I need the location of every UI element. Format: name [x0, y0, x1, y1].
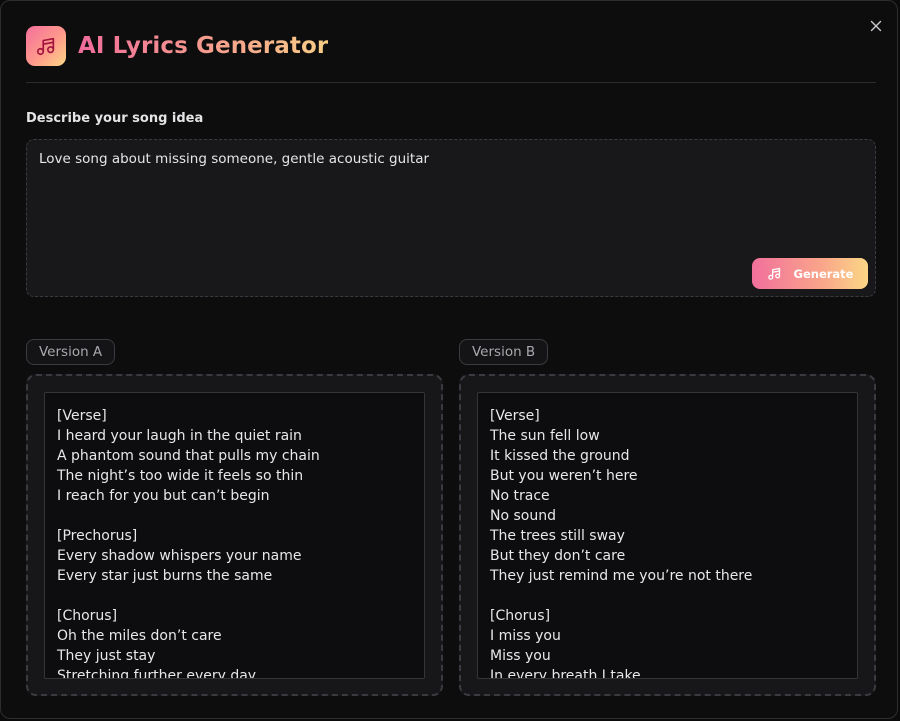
- music-note-icon: [767, 267, 780, 280]
- lyric-line: The trees still sway: [490, 528, 625, 544]
- music-note-icon: [36, 37, 55, 56]
- lyric-line: Every shadow whispers your name: [57, 548, 302, 564]
- lyric-line: The sun fell low: [490, 428, 600, 444]
- version-b-panel: [Verse] The sun fell low It kissed the gro…: [459, 374, 876, 696]
- lyric-line: But they don’t care: [490, 548, 626, 564]
- header-divider: [26, 82, 876, 83]
- lyric-line: [Verse]: [490, 408, 540, 424]
- song-idea-input[interactable]: Love song about missing someone, gentle …: [26, 139, 876, 297]
- lyric-line: No trace: [490, 488, 550, 504]
- lyric-line: Stretching further every day: [57, 668, 257, 679]
- song-idea-text: Love song about missing someone, gentle …: [39, 151, 430, 167]
- lyric-line: They just remind me you’re not there: [490, 568, 753, 584]
- lyric-line: [Chorus]: [490, 608, 551, 624]
- lyric-line: [490, 586, 845, 606]
- lyric-line: [Verse]: [57, 408, 107, 424]
- app-logo: [26, 26, 66, 66]
- lyric-line: I miss you: [490, 628, 561, 644]
- close-icon: [870, 20, 882, 32]
- lyric-line: A phantom sound that pulls my chain: [57, 448, 320, 464]
- lyric-line: [Prechorus]: [57, 528, 138, 544]
- lyric-line: Oh the miles don’t care: [57, 628, 222, 644]
- version-a-lyric-lines: [Verse] I heard your laugh in the quiet r…: [45, 393, 424, 679]
- version-b-tag: Version B: [459, 339, 549, 365]
- version-a-panel: [Verse] I heard your laugh in the quiet r…: [26, 374, 443, 696]
- lyrics-generator-dialog: AI Lyrics Generator Describe your song i…: [0, 0, 898, 719]
- dialog-header: AI Lyrics Generator: [26, 26, 328, 66]
- lyric-line: I heard your laugh in the quiet rain: [57, 428, 302, 444]
- lyric-line: Miss you: [490, 648, 551, 664]
- version-a-tag: Version A: [26, 339, 116, 365]
- lyric-line: They just stay: [57, 648, 156, 664]
- close-button[interactable]: [867, 17, 885, 35]
- lyric-line: [57, 586, 412, 606]
- lyric-line: But you weren’t here: [490, 468, 638, 484]
- lyric-line: No sound: [490, 508, 556, 524]
- lyric-line: The night’s too wide it feels so thin: [57, 468, 304, 484]
- lyric-line: [Chorus]: [57, 608, 118, 624]
- version-b-lyrics[interactable]: [Verse] The sun fell low It kissed the gro…: [477, 392, 858, 679]
- lyric-line: I reach for you but can’t begin: [57, 488, 270, 504]
- generate-button[interactable]: Generate: [752, 258, 868, 289]
- prompt-label: Describe your song idea: [26, 111, 204, 126]
- version-b-lyric-lines: [Verse] The sun fell low It kissed the gro…: [478, 393, 857, 679]
- lyric-line: In every breath I take: [490, 668, 641, 679]
- version-a-lyrics[interactable]: [Verse] I heard your laugh in the quiet r…: [44, 392, 425, 679]
- lyric-line: [57, 506, 412, 526]
- lyric-line: Every star just burns the same: [57, 568, 273, 584]
- app-title: AI Lyrics Generator: [78, 33, 329, 59]
- lyric-line: It kissed the ground: [490, 448, 630, 464]
- generate-button-label: Generate: [793, 266, 854, 281]
